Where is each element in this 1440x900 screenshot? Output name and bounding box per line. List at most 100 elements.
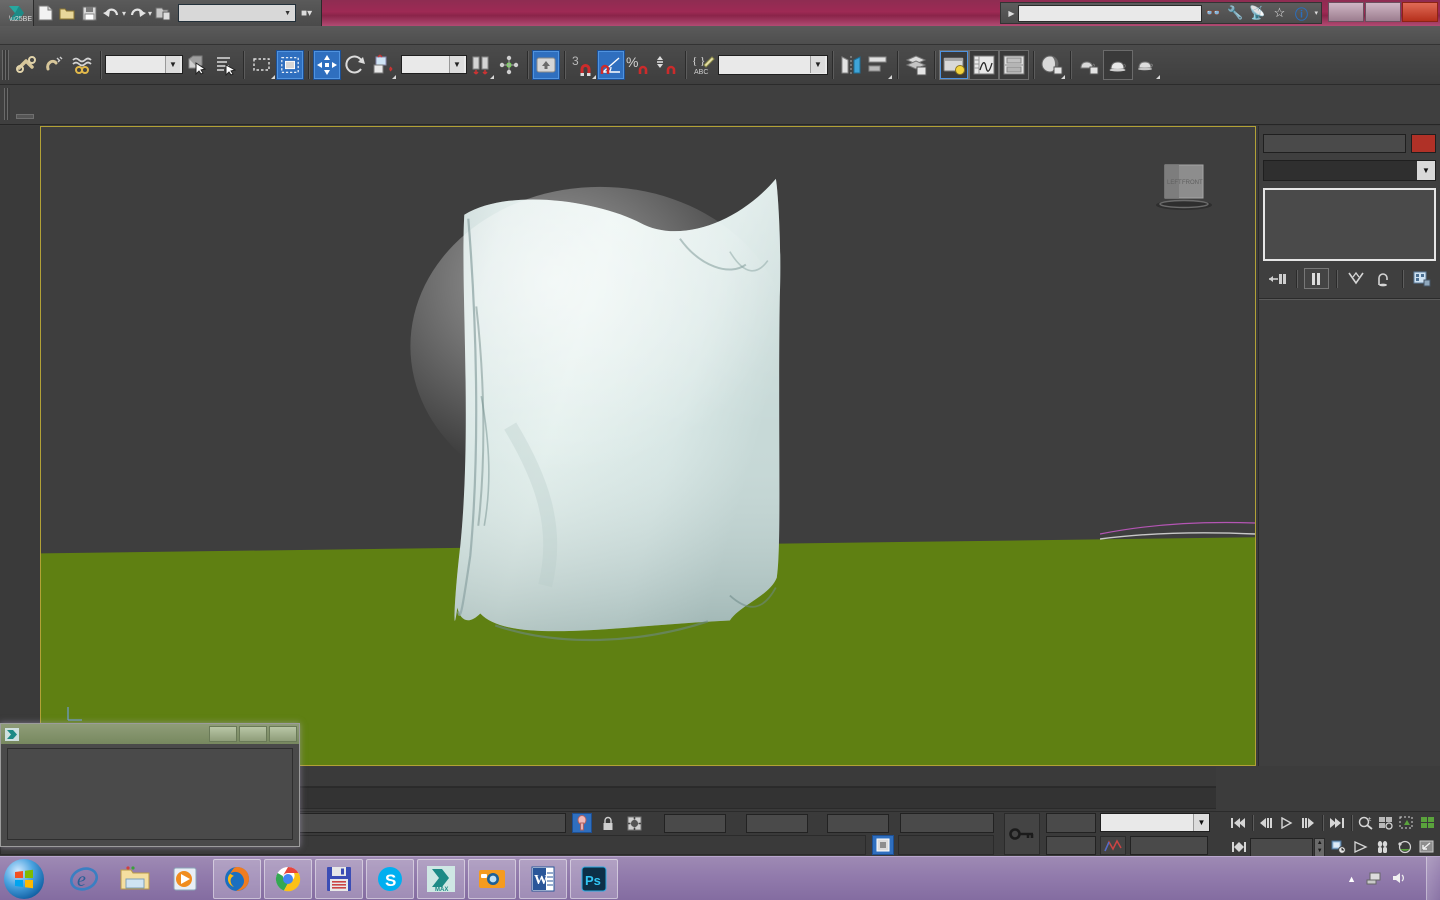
star-icon[interactable]: ☆ [1268, 3, 1290, 23]
taskbar-media-player[interactable] [162, 859, 210, 899]
zoom-extents-icon[interactable] [1397, 813, 1417, 834]
select-and-rotate-icon[interactable] [341, 50, 369, 80]
selection-filter-combo[interactable]: ▼ [105, 55, 183, 74]
absolute-relative-mode-icon[interactable] [572, 813, 592, 833]
question-icon[interactable]: ⓘ [1290, 3, 1312, 23]
named-selection-sets-combo[interactable]: ▼ [718, 54, 828, 75]
taskbar-save-manager[interactable] [315, 859, 363, 899]
key-filters-button[interactable] [1130, 836, 1208, 855]
edit-named-selection-sets-icon[interactable]: { } ABC [690, 50, 718, 80]
select-and-manipulate-icon[interactable] [495, 50, 523, 80]
select-and-move-icon[interactable] [313, 49, 341, 80]
taskbar-windows-explorer[interactable] [111, 859, 159, 899]
angle-snap-toggle-icon[interactable] [597, 49, 625, 80]
dialog-maximize-button[interactable] [239, 726, 267, 742]
dialog-title-bar[interactable] [1, 724, 299, 744]
key-mode-toggle-icon[interactable] [1004, 813, 1040, 855]
window-crossing-toggle-icon[interactable] [276, 49, 304, 80]
next-frame-icon[interactable] [1298, 813, 1318, 834]
new-scene-icon[interactable] [34, 2, 56, 24]
ribbon-grip[interactable] [4, 88, 10, 120]
snaps-toggle-icon[interactable]: 3 [569, 50, 597, 80]
align-flyout-icon[interactable] [865, 50, 893, 80]
unlink-selection-icon[interactable] [40, 50, 68, 80]
start-button[interactable] [4, 859, 44, 899]
dialog-close-button[interactable] [269, 726, 297, 742]
set-key-filters-curve-icon[interactable] [1100, 836, 1126, 855]
spinner-snap-toggle-icon[interactable] [653, 50, 681, 80]
save-file-icon[interactable] [78, 2, 100, 24]
curve-editor-icon[interactable] [969, 49, 999, 80]
view-cube[interactable]: LEFT FRONT [1153, 155, 1215, 213]
material-editor-icon[interactable] [1038, 50, 1066, 80]
taskbar-firefox[interactable] [213, 859, 261, 899]
percent-snap-toggle-icon[interactable]: % [625, 50, 653, 80]
close-button[interactable] [1402, 2, 1438, 22]
key-filter-scope-combo[interactable]: ▼ [1100, 813, 1210, 832]
go-to-end-icon[interactable] [1327, 813, 1347, 834]
go-to-start-icon[interactable] [1228, 813, 1248, 834]
configure-modifier-sets-icon[interactable] [1410, 268, 1434, 289]
application-menu-button[interactable]: \u25BE [0, 0, 34, 26]
show-end-result-icon[interactable] [1304, 268, 1329, 289]
walk-through-icon[interactable] [1373, 837, 1394, 858]
select-and-link-icon[interactable] [12, 50, 40, 80]
set-project-folder-icon[interactable] [152, 2, 174, 24]
maximize-viewport-toggle-icon[interactable] [1417, 837, 1438, 858]
undo-icon[interactable] [100, 2, 122, 24]
modifier-stack[interactable] [1263, 188, 1436, 261]
move-transform-type-in-dialog[interactable] [0, 723, 300, 847]
maximize-button[interactable] [1365, 2, 1401, 22]
render-setup-icon[interactable] [1075, 50, 1103, 80]
redo-icon[interactable] [126, 2, 148, 24]
schematic-view-icon[interactable] [999, 49, 1029, 80]
minimize-button[interactable] [1328, 2, 1364, 22]
object-name-field[interactable] [1263, 134, 1406, 153]
toolbar-grip[interactable] [2, 49, 9, 80]
layer-explorer-icon[interactable] [902, 50, 930, 80]
perspective-viewport[interactable]: LEFT FRONT [40, 126, 1256, 766]
modifier-list-dropdown[interactable]: ▼ [1263, 160, 1436, 181]
open-file-icon[interactable] [56, 2, 78, 24]
selection-lock-toggle-icon[interactable] [598, 813, 618, 833]
workspace-selector[interactable]: ▼ [178, 4, 297, 22]
rendered-frame-window-icon[interactable] [1103, 49, 1133, 80]
volume-icon[interactable] [1392, 871, 1408, 888]
add-time-tag-button[interactable] [898, 835, 994, 855]
select-and-scale-icon[interactable] [369, 50, 397, 80]
status-z-field[interactable] [827, 814, 889, 833]
select-object-icon[interactable] [183, 50, 211, 80]
field-of-view-icon[interactable] [1350, 837, 1371, 858]
taskbar-chrome[interactable] [264, 859, 312, 899]
pin-stack-icon[interactable] [1265, 268, 1289, 289]
taskbar-3dsmax[interactable]: MAX [417, 859, 465, 899]
remove-modifier-icon[interactable] [1371, 268, 1395, 289]
select-by-name-icon[interactable] [211, 50, 239, 80]
reference-coordinate-system-combo[interactable]: ▼ [401, 55, 467, 74]
previous-frame-icon[interactable] [1257, 813, 1277, 834]
bind-to-space-warp-icon[interactable] [68, 50, 96, 80]
keyboard-shortcut-override-icon[interactable] [532, 49, 560, 80]
dialog-minimize-button[interactable] [209, 726, 237, 742]
satellite-icon[interactable]: 📡 [1246, 3, 1268, 23]
taskbar-internet-explorer[interactable]: e [60, 859, 108, 899]
polygon-modeling-panel-label[interactable] [16, 114, 34, 119]
adaptive-degradation-icon[interactable] [872, 835, 894, 855]
object-color-swatch[interactable] [1411, 134, 1436, 153]
status-x-field[interactable] [664, 814, 726, 833]
zoom-all-icon[interactable] [1377, 813, 1397, 834]
show-desktop-button[interactable] [1426, 857, 1440, 900]
current-frame-field[interactable] [1250, 837, 1314, 857]
taskbar-word[interactable]: W [519, 859, 567, 899]
zoom-icon[interactable]: ± [1356, 813, 1376, 834]
make-unique-icon[interactable] [1343, 268, 1367, 289]
render-production-icon[interactable] [1133, 50, 1161, 80]
isolate-selection-icon[interactable] [624, 813, 644, 833]
auto-key-button[interactable] [1046, 813, 1096, 833]
scene-explorer-icon[interactable] [939, 49, 969, 80]
taskbar-skype[interactable]: S [366, 859, 414, 899]
search-input[interactable] [1018, 4, 1203, 22]
workspace-menu-icon[interactable]: ■▾ [296, 8, 317, 19]
rectangular-selection-region-icon[interactable] [248, 50, 276, 80]
pillow-object[interactable] [41, 127, 1255, 765]
